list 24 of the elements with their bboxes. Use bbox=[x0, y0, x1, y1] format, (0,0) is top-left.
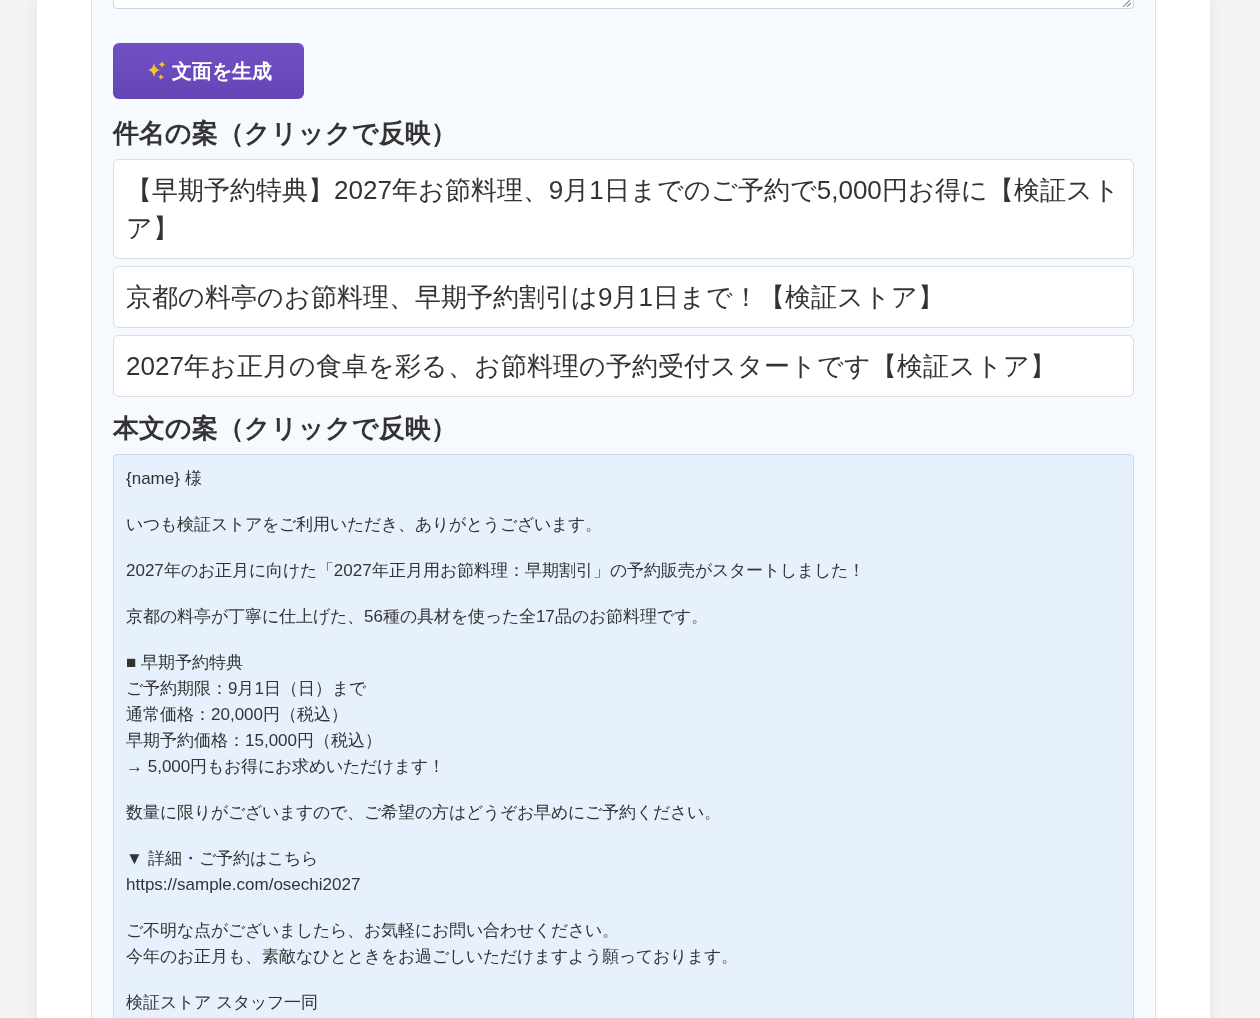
body-option[interactable] bbox=[113, 454, 1134, 1018]
body-text-line: 京都の料亭が丁寧に仕上げた、56種の具材を使った全17品のお節料理です。 bbox=[126, 606, 709, 628]
body-text-line: 数量に限りがございますので、ご希望の方はどうぞお早めにご予約ください。 bbox=[126, 802, 722, 824]
text-area-field[interactable] bbox=[113, 0, 1134, 9]
generate-button[interactable]: 文面を生成 bbox=[113, 43, 304, 99]
body-text-line: 2027年のお正月に向けた「2027年正月用お節料理：早期割引」の予約販売がスタートしました！ bbox=[126, 560, 866, 582]
subject-option[interactable]: 2027年お正月の食卓を彩る、お節料理の予約受付スタートです【検証ストア】 bbox=[113, 335, 1134, 397]
body-text-line: 通常価格：20,000円（税込） bbox=[126, 704, 349, 726]
body-text-line: ご不明な点がございましたら、お気軽にお問い合わせください。 bbox=[126, 920, 620, 942]
sparkle-icon bbox=[146, 61, 166, 81]
body-text-line: 早期予約価格：15,000円（税込） bbox=[126, 730, 383, 752]
body-text-line: → 5,000円もお得にお求めいただけます！ bbox=[126, 756, 447, 778]
body-text-line: 今年のお正月も、素敵なひとときをお過ごしいただけますよう願っております。 bbox=[126, 946, 739, 968]
body-text-line: 検証ストア スタッフ一同 bbox=[126, 992, 319, 1014]
body-heading: 本文の案（クリックで反映） bbox=[113, 413, 458, 444]
body-text-line: {name} 様 bbox=[126, 468, 203, 490]
body-text-line: https://sample.com/osechi2027 bbox=[126, 874, 362, 896]
subject-option[interactable]: 【早期予約特典】2027年お節料理、9月1日までのご予約で5,000円お得に【検証ストア】 bbox=[113, 159, 1134, 259]
subject-heading: 件名の案（クリックで反映） bbox=[113, 118, 458, 149]
body-text-line: ご予約期限：9月1日（日）まで bbox=[126, 678, 367, 700]
body-text-line: ▼ 詳細・ご予約はこちら bbox=[126, 848, 319, 870]
body-text-line: いつも検証ストアをご利用いただき、ありがとうございます。 bbox=[126, 514, 603, 536]
body-text-line: ■ 早期予約特典 bbox=[126, 652, 244, 674]
subject-option[interactable]: 京都の料亭のお節料理、早期予約割引は9月1日まで！【検証ストア】 bbox=[113, 266, 1134, 328]
